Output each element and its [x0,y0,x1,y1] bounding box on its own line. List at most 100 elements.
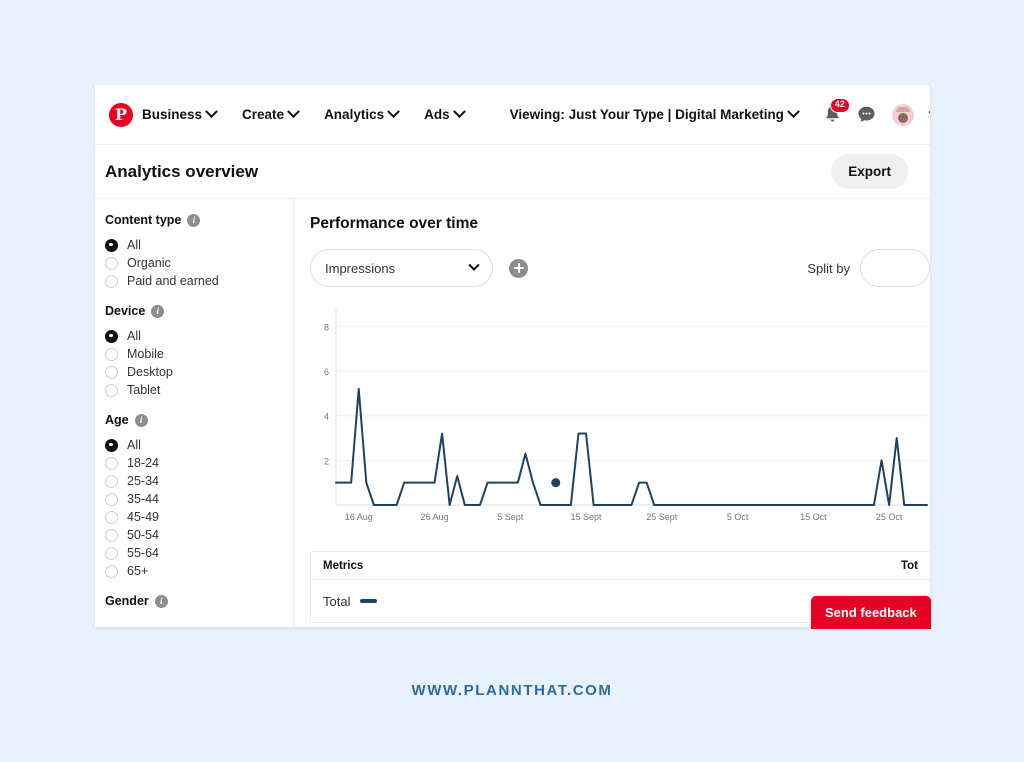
filter-group-age: Age i All 18-24 25-34 [105,413,293,580]
radio-device-all[interactable]: All [105,327,293,345]
nav-item-analytics[interactable]: Analytics [324,107,398,122]
radio-indicator [105,529,118,542]
radio-age-65-plus[interactable]: 65+ [105,562,293,580]
send-feedback-button[interactable]: Send feedback [811,596,931,629]
radio-label: Organic [127,256,171,270]
svg-text:25 Sept: 25 Sept [646,512,678,522]
filter-group-gender: Gender i [105,594,293,608]
radio-indicator [105,348,118,361]
svg-text:15 Sept: 15 Sept [571,512,603,522]
messages-button[interactable] [857,105,876,124]
filter-title-age: Age i [105,413,293,427]
radio-indicator [105,475,118,488]
account-avatar-button[interactable] [892,104,914,126]
radio-indicator [105,239,118,252]
radio-age-18-24[interactable]: 18-24 [105,454,293,472]
nav-item-analytics-label: Analytics [324,107,384,122]
filter-group-device: Device i All Mobile Desktop [105,304,293,399]
nav-item-ads[interactable]: Ads [424,107,464,122]
info-icon[interactable]: i [187,214,200,227]
radio-label: 25-34 [127,474,159,488]
split-by-label: Split by [807,261,850,276]
radio-device-desktop[interactable]: Desktop [105,363,293,381]
nav-item-business[interactable]: Business [142,107,216,122]
filter-title-content-type: Content type i [105,213,293,227]
column-header-metrics: Metrics [323,560,363,572]
info-icon[interactable]: i [151,305,164,318]
filter-title-age-label: Age [105,413,129,427]
svg-text:5 Sept: 5 Sept [497,512,524,522]
radio-indicator [105,493,118,506]
filter-title-device-label: Device [105,304,145,318]
radio-age-35-44[interactable]: 35-44 [105,490,293,508]
radio-indicator [105,257,118,270]
radio-device-tablet[interactable]: Tablet [105,381,293,399]
radio-label: 35-44 [127,492,159,506]
radio-indicator [105,547,118,560]
chat-bubble-icon [857,105,876,124]
radio-indicator [105,275,118,288]
notifications-button[interactable]: 42 [824,105,841,124]
radio-label: 65+ [127,564,148,578]
radio-age-50-54[interactable]: 50-54 [105,526,293,544]
radio-label: Paid and earned [127,274,219,288]
radio-indicator [105,457,118,470]
performance-chart-svg: 246816 Aug26 Aug5 Sept15 Sept25 Sept5 Oc… [310,303,930,531]
page-title: Analytics overview [105,162,258,182]
add-metric-button[interactable] [509,259,528,278]
svg-text:6: 6 [324,367,329,377]
export-button[interactable]: Export [831,154,908,189]
info-icon[interactable]: i [135,414,148,427]
radio-age-25-34[interactable]: 25-34 [105,472,293,490]
metrics-table-header: Metrics Tot [311,552,930,580]
radio-age-55-64[interactable]: 55-64 [105,544,293,562]
svg-text:2: 2 [324,456,329,466]
metrics-row-label: Total [323,594,350,609]
nav-item-create[interactable]: Create [242,107,298,122]
split-by-control: Split by [807,249,930,287]
radio-label: All [127,438,141,452]
svg-text:4: 4 [324,412,329,422]
filter-title-content-type-label: Content type [105,213,181,227]
radio-label: All [127,329,141,343]
radio-content-type-all[interactable]: All [105,236,293,254]
performance-chart: 246816 Aug26 Aug5 Sept15 Sept25 Sept5 Oc… [310,303,930,531]
chevron-down-icon [928,106,930,117]
info-icon[interactable]: i [155,595,168,608]
filter-group-content-type: Content type i All Organic Paid and earn… [105,213,293,290]
watermark: WWW.PLANNTHAT.COM [0,682,1024,699]
radio-content-type-organic[interactable]: Organic [105,254,293,272]
radio-label: 18-24 [127,456,159,470]
account-switcher[interactable]: Viewing: Just Your Type | Digital Market… [510,107,798,122]
notification-badge: 42 [830,98,850,113]
page-header: Analytics overview Export [95,145,930,199]
svg-text:25 Oct: 25 Oct [876,512,903,522]
nav-item-ads-label: Ads [424,107,450,122]
top-navigation-bar: P Business Create Analytics Ads Viewing:… [95,85,930,145]
radio-device-mobile[interactable]: Mobile [105,345,293,363]
radio-label: 45-49 [127,510,159,524]
svg-text:26 Aug: 26 Aug [420,512,448,522]
radio-label: Desktop [127,365,173,379]
section-title: Performance over time [310,215,930,233]
radio-indicator [105,565,118,578]
radio-label: 55-64 [127,546,159,560]
pinterest-logo-icon[interactable]: P [109,103,133,127]
radio-indicator [105,366,118,379]
radio-indicator [105,511,118,524]
chevron-down-icon [468,260,479,271]
metric-select[interactable]: Impressions [310,249,493,287]
analytics-window: P Business Create Analytics Ads Viewing:… [95,85,930,627]
radio-indicator [105,384,118,397]
page-root: P Business Create Analytics Ads Viewing:… [0,0,1024,762]
svg-text:16 Aug: 16 Aug [345,512,373,522]
filter-title-gender: Gender i [105,594,293,608]
line-swatch-icon [360,599,377,603]
chevron-down-icon [387,105,400,118]
radio-age-all[interactable]: All [105,436,293,454]
radio-content-type-paid-and-earned[interactable]: Paid and earned [105,272,293,290]
chevron-down-icon [205,105,218,118]
split-by-select[interactable] [860,249,930,287]
radio-age-45-49[interactable]: 45-49 [105,508,293,526]
radio-indicator [105,439,118,452]
